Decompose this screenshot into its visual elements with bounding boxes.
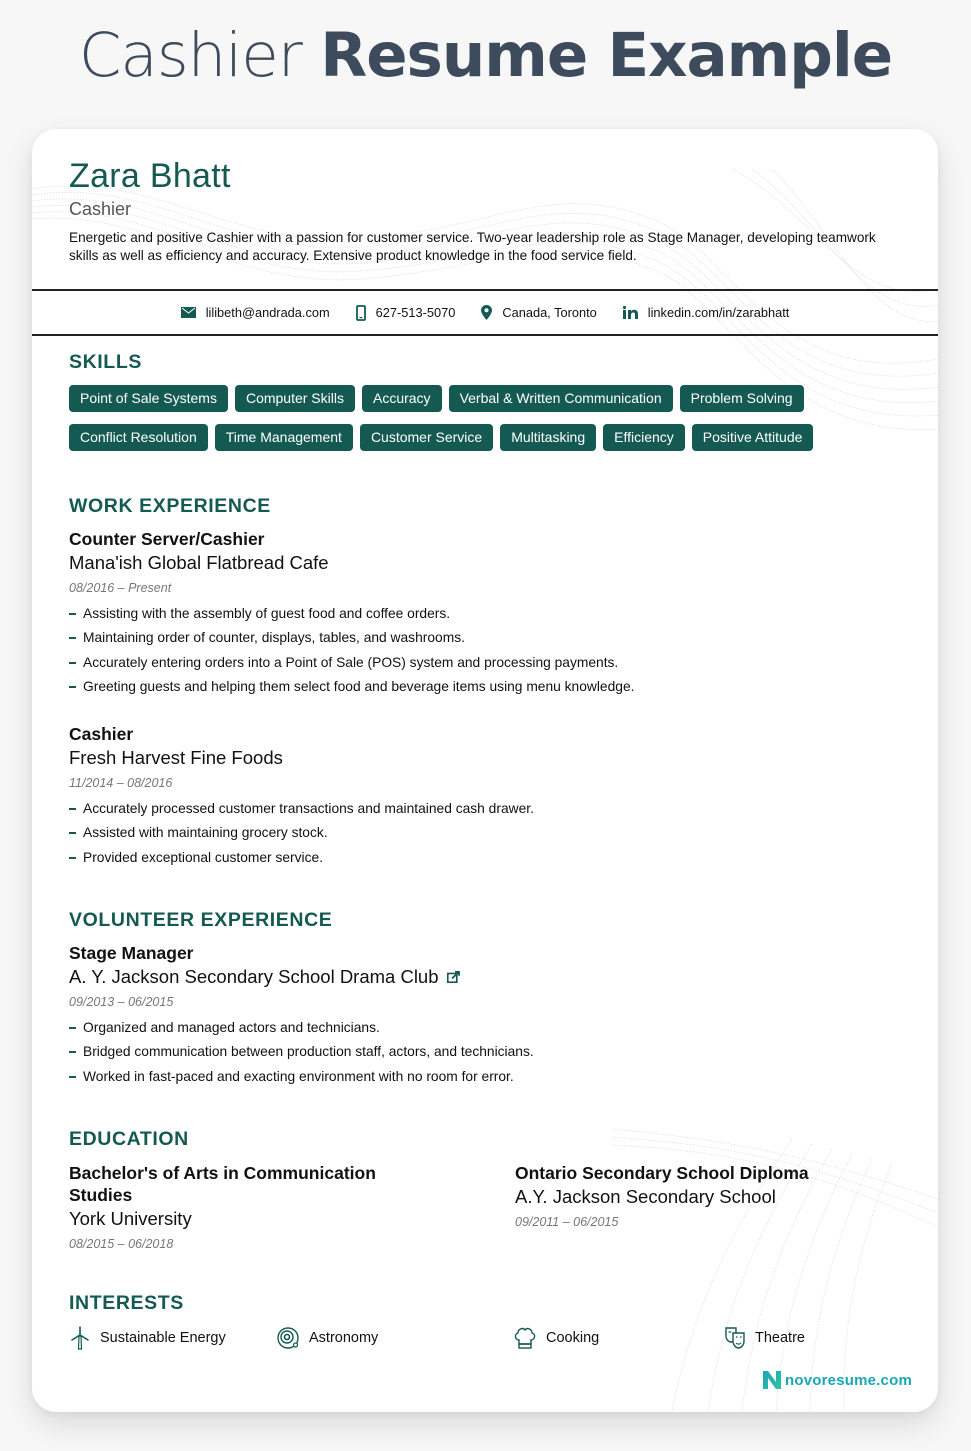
theatre-masks-icon (725, 1327, 745, 1349)
interest-item: Theatre (724, 1326, 805, 1350)
degree-title: Ontario Secondary School Diploma (515, 1163, 809, 1183)
brand-logo[interactable]: novoresume.com (762, 1370, 912, 1390)
volunteer-entry: Stage Manager A. Y. Jackson Secondary Sc… (69, 941, 889, 1089)
page-title-light: Cashier (78, 20, 303, 91)
skill-chip: Point of Sale Systems (69, 385, 228, 412)
school-name: York University (69, 1208, 192, 1229)
education-date: 09/2011 – 06/2015 (515, 1215, 619, 1229)
bullet-item: Worked in fast-paced and exacting enviro… (69, 1065, 889, 1089)
phone-icon (355, 304, 366, 321)
job-org-name: Mana'ish Global Flatbread Cafe (69, 552, 329, 573)
page-title: Cashier Resume Example (0, 18, 971, 94)
job-title: Counter Server/Cashier (69, 529, 265, 549)
education-date: 08/2015 – 06/2018 (69, 1237, 174, 1251)
interest-label: Theatre (755, 1330, 805, 1346)
skill-chip: Positive Attitude (691, 424, 814, 451)
contact-phone[interactable]: 627-513-5070 (355, 304, 456, 321)
external-link-icon[interactable] (446, 971, 460, 983)
education-entry: Bachelor's of Arts in Communication Stud… (69, 1162, 429, 1251)
skill-chip: Efficiency (603, 424, 685, 451)
envelope-icon (180, 307, 196, 318)
bullet-item: Accurately entering orders into a Point … (69, 651, 889, 675)
summary: Energetic and positive Cashier with a pa… (69, 230, 876, 263)
job-org-name: A. Y. Jackson Secondary School Drama Clu… (69, 966, 439, 987)
skill-chip: Problem Solving (679, 385, 804, 412)
skill-chip: Accuracy (361, 385, 442, 412)
education-entry: Ontario Secondary School Diploma A.Y. Ja… (515, 1162, 895, 1229)
interest-label: Cooking (546, 1330, 600, 1346)
map-pin-icon (481, 305, 493, 320)
job-org: Mana'ish Global Flatbread Cafe (69, 551, 889, 575)
work-entry: Cashier Fresh Harvest Fine Foods 11/2014… (69, 722, 889, 870)
wind-turbine-icon (71, 1326, 89, 1350)
contact-bar: lilibeth@andrada.com 627-513-5070 Canada… (32, 289, 938, 336)
interest-item: Cooking (513, 1326, 599, 1350)
degree-title: Bachelor's of Arts in Communication Stud… (69, 1163, 376, 1205)
contact-location: Canada, Toronto (481, 305, 597, 320)
planet-icon (277, 1327, 299, 1349)
skill-chip: Conflict Resolution (69, 424, 208, 451)
job-title: Stage Manager (69, 943, 194, 963)
contact-email[interactable]: lilibeth@andrada.com (180, 305, 330, 320)
job-date: 09/2013 – 06/2015 (69, 995, 174, 1009)
skills-row-2: Conflict Resolution Time Management Cust… (69, 424, 909, 451)
volunteer-heading: VOLUNTEER EXPERIENCE (69, 909, 333, 931)
interest-label: Astronomy (309, 1330, 379, 1346)
skill-chip: Computer Skills (234, 385, 355, 412)
bullet-item: Assisted with maintaining grocery stock. (69, 821, 889, 845)
interest-item: Astronomy (276, 1326, 378, 1350)
skill-chip: Customer Service (359, 424, 494, 451)
chef-hat-icon (514, 1327, 536, 1349)
bullet-item: Provided exceptional customer service. (69, 846, 889, 870)
job-date: 11/2014 – 08/2016 (69, 776, 173, 790)
skills-heading: SKILLS (69, 351, 142, 373)
candidate-name: Zara Bhatt (69, 157, 231, 195)
work-entry: Counter Server/Cashier Mana'ish Global F… (69, 527, 889, 699)
bullet-item: Organized and managed actors and technic… (69, 1016, 889, 1040)
job-title: Cashier (69, 724, 134, 744)
bullet-item: Bridged communication between production… (69, 1040, 889, 1064)
skills-row-1: Point of Sale Systems Computer Skills Ac… (69, 385, 909, 412)
job-bullets: Accurately processed customer transactio… (69, 797, 889, 870)
phone-text: 627-513-5070 (375, 305, 456, 320)
job-org-name: Fresh Harvest Fine Foods (69, 747, 283, 768)
job-bullets: Organized and managed actors and technic… (69, 1016, 889, 1089)
interest-label: Sustainable Energy (100, 1330, 226, 1346)
interest-item: Sustainable Energy (69, 1326, 226, 1350)
skill-chip: Time Management (214, 424, 353, 451)
job-org: A. Y. Jackson Secondary School Drama Clu… (69, 965, 889, 989)
brand-name: novoresume.com (784, 1371, 912, 1389)
interests-list: Sustainable Energy Astronomy Cooking The… (69, 1326, 909, 1354)
job-org: Fresh Harvest Fine Foods (69, 746, 889, 770)
skill-chip: Verbal & Written Communication (448, 385, 673, 412)
skill-chip: Multitasking (500, 424, 597, 451)
location-text: Canada, Toronto (502, 305, 597, 320)
linkedin-text: linkedin.com/in/zarabhatt (647, 305, 790, 320)
bullet-item: Assisting with the assembly of guest foo… (69, 602, 889, 626)
bullet-item: Maintaining order of counter, displays, … (69, 626, 889, 650)
school-name: A.Y. Jackson Secondary School (515, 1186, 776, 1207)
novoresume-logo-icon (762, 1371, 781, 1389)
work-heading: WORK EXPERIENCE (69, 495, 271, 517)
resume-card: Zara Bhatt Cashier Energetic and positiv… (32, 129, 938, 1412)
job-date: 08/2016 – Present (69, 581, 172, 595)
linkedin-icon (622, 306, 638, 319)
education-heading: EDUCATION (69, 1128, 189, 1150)
candidate-role: Cashier (69, 199, 132, 219)
bullet-item: Greeting guests and helping them select … (69, 675, 889, 699)
interests-heading: INTERESTS (69, 1292, 184, 1314)
page-title-bold: Resume Example (320, 20, 893, 91)
skills-list: Point of Sale Systems Computer Skills Ac… (69, 385, 909, 463)
email-text: lilibeth@andrada.com (205, 305, 330, 320)
job-bullets: Assisting with the assembly of guest foo… (69, 602, 889, 699)
bullet-item: Accurately processed customer transactio… (69, 797, 889, 821)
contact-linkedin[interactable]: linkedin.com/in/zarabhatt (622, 305, 790, 320)
